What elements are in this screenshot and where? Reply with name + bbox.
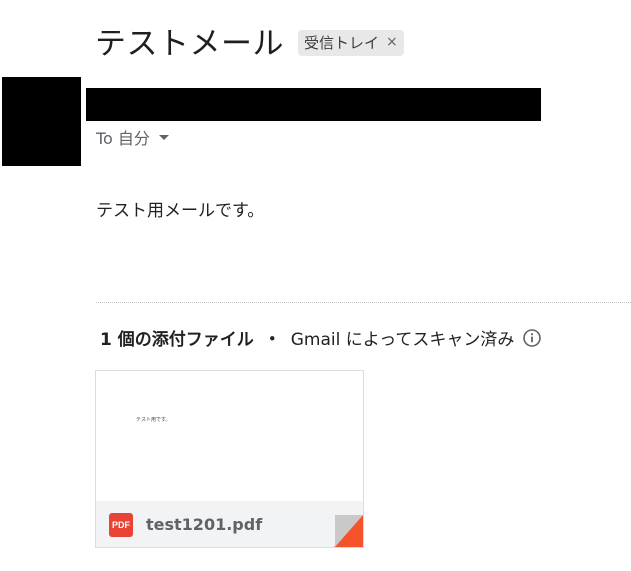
sender-name-redacted: [86, 88, 541, 121]
email-view: テストメール 受信トレイ × To 自分 テスト用メールです。 1 個の添付ファ…: [0, 0, 631, 571]
attachment-filename: test1201.pdf: [146, 515, 263, 534]
attachments-divider: [96, 302, 631, 303]
email-subject: テストメール: [95, 26, 284, 62]
subject-row: テストメール 受信トレイ ×: [95, 18, 404, 63]
attachment-preview[interactable]: テスト用です。: [96, 371, 363, 501]
scan-status-text: Gmail によってスキャン済み: [290, 330, 515, 350]
attachment-separator: ・: [263, 330, 281, 350]
label-chip-text: 受信トレイ: [304, 33, 380, 52]
recipient-details[interactable]: To 自分: [96, 125, 169, 149]
inbox-label-chip[interactable]: 受信トレイ ×: [298, 29, 404, 56]
info-icon[interactable]: [522, 328, 542, 348]
pdf-icon: PDF: [109, 512, 133, 537]
attachments-header: 1 個の添付ファイル ・ Gmail によってスキャン済み: [100, 325, 542, 350]
email-body: テスト用メールです。: [96, 201, 265, 221]
recipient-text: To 自分: [96, 129, 150, 148]
attachment-card[interactable]: テスト用です。 PDF test1201.pdf: [95, 370, 364, 548]
preview-text: テスト用です。: [136, 417, 171, 423]
remove-label-icon[interactable]: ×: [386, 34, 398, 50]
show-details-dropdown-icon[interactable]: [158, 134, 169, 140]
corner-fold-icon: [334, 515, 363, 547]
sender-avatar[interactable]: [2, 77, 81, 166]
attachment-count: 1 個の添付ファイル: [100, 330, 254, 350]
